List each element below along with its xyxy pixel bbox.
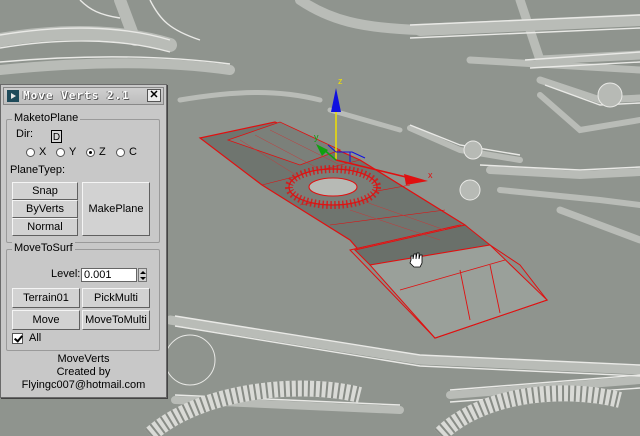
radio-axis-x-label: X bbox=[39, 146, 47, 158]
gizmo-z-label: z bbox=[338, 76, 343, 86]
movetosurf-title: MoveToSurf bbox=[12, 242, 75, 254]
panel-titlebar[interactable]: Move Verts 2.1 ✕ bbox=[3, 87, 164, 105]
terrain01-button[interactable]: Terrain01 bbox=[12, 288, 80, 308]
close-icon[interactable]: ✕ bbox=[147, 89, 161, 102]
roundabout-bottom-left bbox=[164, 334, 216, 386]
pickmulti-button[interactable]: PickMulti bbox=[82, 288, 150, 308]
radio-axis-x[interactable] bbox=[26, 148, 35, 157]
plane-type-label: PlaneTyep: bbox=[10, 164, 66, 176]
dir-value-field[interactable]: D bbox=[51, 130, 62, 143]
radio-axis-c-label: C bbox=[129, 146, 137, 158]
roundabout-mid bbox=[459, 179, 481, 201]
roundabout-small bbox=[463, 140, 483, 160]
movetosurf-group: MoveToSurf Level: 0.001 Terrain01 PickMu… bbox=[6, 242, 160, 351]
credits-line-2: Created by bbox=[56, 366, 111, 378]
level-input[interactable]: 0.001 bbox=[81, 268, 137, 282]
app-icon bbox=[7, 90, 19, 102]
dir-label: Dir: bbox=[16, 128, 34, 140]
snap-button[interactable]: Snap bbox=[12, 182, 78, 200]
level-spinner[interactable] bbox=[138, 268, 147, 282]
level-label: Level: bbox=[51, 268, 81, 280]
maketoplane-group: MaketoPlane Dir: D X Y Z C PlaneTyep: Sn… bbox=[6, 112, 160, 243]
normal-button[interactable]: Normal bbox=[12, 218, 78, 236]
radio-axis-z-label: Z bbox=[99, 146, 106, 158]
all-checkbox-label: All bbox=[29, 332, 42, 344]
panel-title: Move Verts 2.1 bbox=[23, 89, 130, 102]
move-verts-panel[interactable]: Move Verts 2.1 ✕ MaketoPlane Dir: D X Y … bbox=[0, 84, 167, 398]
gizmo-x-label: x bbox=[428, 170, 433, 180]
maketoplane-title: MaketoPlane bbox=[12, 112, 81, 124]
all-checkbox[interactable] bbox=[12, 333, 23, 344]
radio-axis-y-label: Y bbox=[69, 146, 77, 158]
mesh-ring bbox=[285, 165, 381, 209]
byverts-button[interactable]: ByVerts bbox=[12, 200, 78, 218]
move-button[interactable]: Move bbox=[12, 310, 80, 330]
radio-axis-y[interactable] bbox=[56, 148, 65, 157]
makeplane-button[interactable]: MakePlane bbox=[82, 182, 150, 236]
credits-line-1: MoveVerts bbox=[57, 353, 110, 365]
movetomulti-button[interactable]: MoveToMulti bbox=[82, 310, 150, 330]
gizmo-y-label: y bbox=[314, 132, 319, 142]
credits-line-3: Flyingc007@hotmail.com bbox=[21, 379, 146, 391]
radio-axis-c[interactable] bbox=[116, 148, 125, 157]
roundabout-right bbox=[597, 82, 623, 108]
radio-axis-z[interactable] bbox=[86, 148, 95, 157]
